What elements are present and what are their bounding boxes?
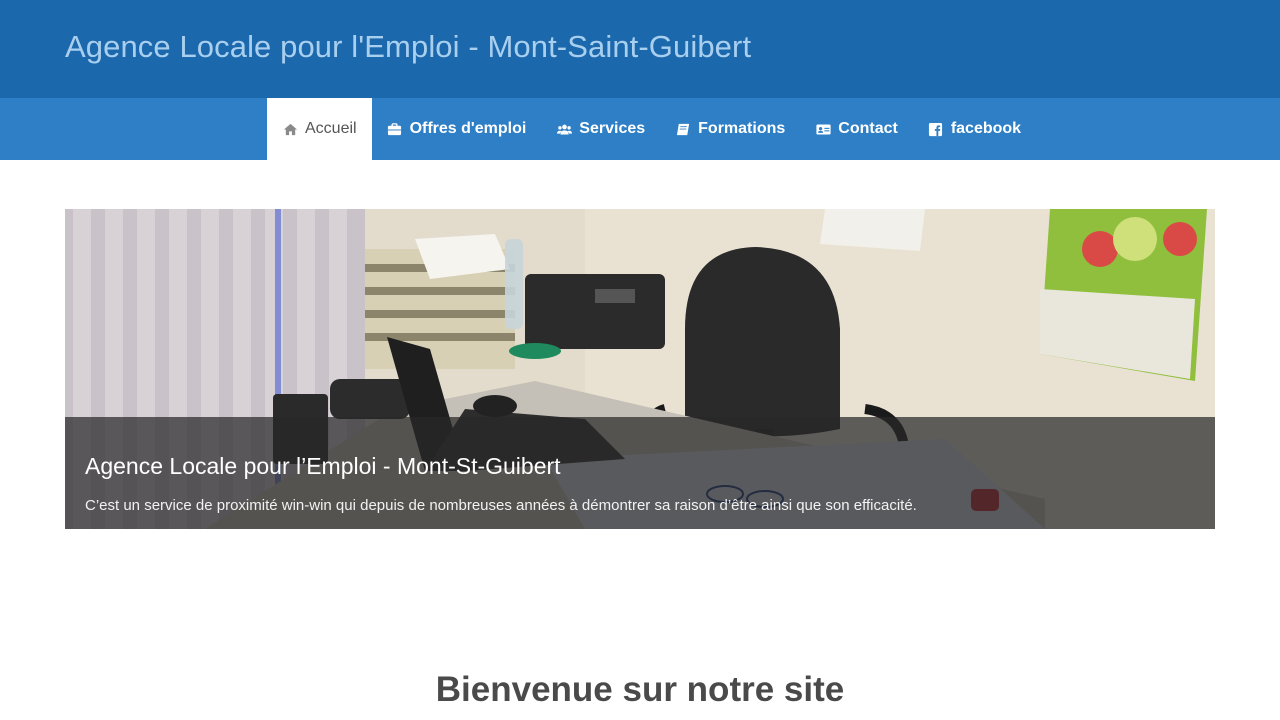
nav-item-contact[interactable]: Contact (800, 98, 913, 160)
nav-item-label: Contact (838, 120, 898, 137)
hero-slider[interactable]: Agence Locale pour l’Emploi - Mont-St-Gu… (65, 209, 1215, 529)
nav-item-offres-emploi[interactable]: Offres d'emploi (372, 98, 542, 160)
nav-item-label: Accueil (305, 120, 357, 137)
site-header: Agence Locale pour l'Emploi - Mont-Saint… (0, 0, 1280, 98)
nav-item-services[interactable]: Services (541, 98, 660, 160)
slide-caption: Agence Locale pour l’Emploi - Mont-St-Gu… (65, 417, 1215, 529)
nav-item-label: facebook (950, 120, 1022, 137)
site-title[interactable]: Agence Locale pour l'Emploi - Mont-Saint… (65, 29, 751, 65)
nav-item-label: Offres d'emploi (409, 120, 527, 137)
facebook-icon (928, 121, 944, 137)
main-navigation: Accueil Offres d'emploi Services Formati… (0, 98, 1280, 160)
welcome-heading: Bienvenue sur notre site (435, 670, 845, 709)
slide-caption-title: Agence Locale pour l’Emploi - Mont-St-Gu… (85, 453, 561, 479)
nav-item-facebook[interactable]: facebook (913, 98, 1036, 160)
nav-item-label: Formations (698, 120, 786, 137)
users-icon (556, 121, 572, 137)
nav-item-label: Services (579, 120, 646, 137)
briefcase-icon (387, 121, 403, 137)
nav-item-accueil[interactable]: Accueil (267, 98, 372, 160)
id-card-icon (815, 121, 831, 137)
slide-caption-text: C’est un service de proximité win-win qu… (85, 497, 917, 514)
book-icon (675, 121, 691, 137)
home-icon (282, 121, 298, 137)
nav-item-formations[interactable]: Formations (660, 98, 800, 160)
